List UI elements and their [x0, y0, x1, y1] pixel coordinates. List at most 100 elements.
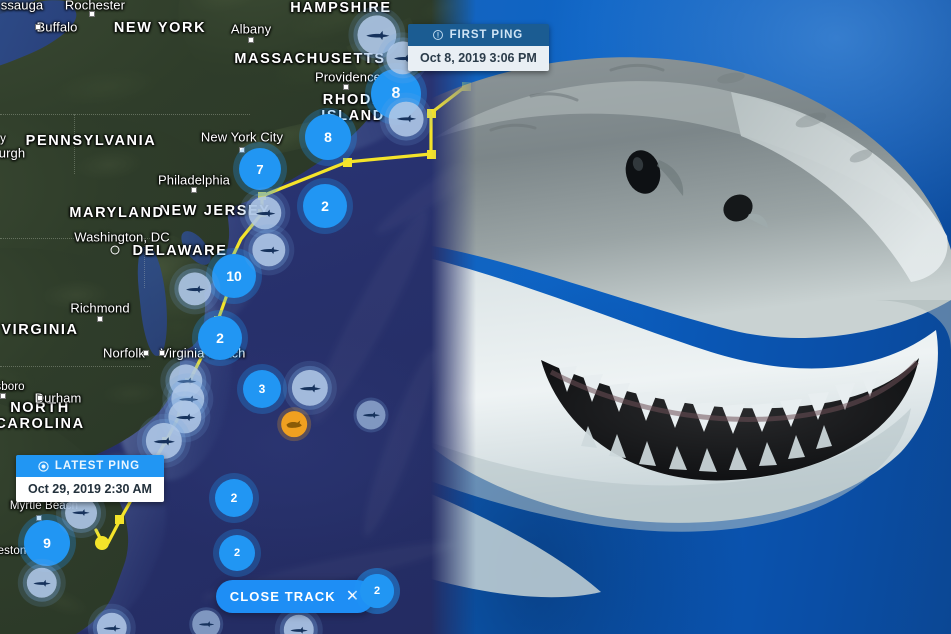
lake-erie [0, 0, 84, 85]
city-label: ssauga [0, 0, 44, 13]
shark-ping-marker[interactable] [26, 567, 58, 599]
cluster-marker[interactable]: 2 [198, 316, 242, 360]
cluster-marker[interactable]: 9 [24, 520, 70, 566]
city-label: Washington, DC [74, 229, 170, 245]
shark-photo-overlay [431, 0, 951, 634]
city-marker-dot [97, 316, 103, 322]
shark-glyph-icon [259, 246, 279, 254]
close-track-label: CLOSE TRACK [229, 589, 336, 604]
shark-ping-marker[interactable] [356, 400, 386, 430]
city-label: y [0, 133, 6, 145]
cluster-marker[interactable]: 10 [212, 254, 256, 298]
state-border [0, 114, 250, 115]
shark-ping-marker[interactable] [388, 101, 424, 137]
latest-ping-label: LATEST PING [54, 460, 140, 472]
shark-ping-marker[interactable] [145, 422, 183, 460]
city-marker-dot [110, 245, 120, 255]
city-label: New York City [200, 129, 284, 145]
latest-ping-header: LATEST PING [16, 455, 164, 477]
state-label: NEW YORK [113, 20, 207, 36]
turtle-glyph-icon [286, 420, 303, 428]
latest-ping-tooltip: LATEST PING Oct 29, 2019 2:30 AM [16, 455, 164, 502]
shark-ping-marker[interactable] [192, 610, 220, 634]
cluster-count: 3 [258, 382, 266, 396]
city-marker-dot [37, 395, 43, 401]
city-marker-dot [343, 84, 349, 90]
city-marker-dot [239, 147, 245, 153]
shark-glyph-icon [255, 209, 275, 217]
cluster-marker[interactable]: 2 [219, 535, 255, 571]
shark-ping-marker[interactable] [291, 369, 329, 407]
city-label: eston [0, 545, 27, 557]
shark-ping-marker[interactable] [283, 614, 315, 634]
state-border [0, 366, 150, 367]
shark-glyph-icon [290, 626, 308, 634]
cluster-count: 2 [233, 547, 241, 559]
shark-glyph-icon [153, 436, 175, 446]
first-ping-tooltip: FIRST PING Oct 8, 2019 3:06 PM [408, 24, 549, 71]
close-track-badge[interactable]: 2 [360, 574, 394, 608]
city-label: Albany [230, 21, 272, 37]
first-ping-date: Oct 8, 2019 3:06 PM [408, 46, 549, 71]
city-marker-dot [0, 393, 6, 399]
shark-glyph-icon [72, 509, 90, 517]
shark-glyph-icon [362, 411, 380, 419]
latest-ping-date: Oct 29, 2019 2:30 AM [16, 477, 164, 502]
shark-glyph-icon [198, 620, 214, 628]
cluster-count: 2 [216, 330, 224, 346]
state-label: DELAWARE [132, 243, 228, 259]
cluster-marker[interactable]: 2 [303, 184, 347, 228]
state-label: MASSACHUSETTS [234, 51, 386, 67]
cluster-count: 2 [230, 491, 238, 505]
city-label: Providence [314, 69, 382, 85]
cluster-count: 9 [43, 535, 51, 551]
great-white-shark-illustration [431, 57, 951, 598]
cluster-marker[interactable]: 2 [215, 479, 253, 517]
first-ping-header: FIRST PING [408, 24, 549, 46]
city-label: Rochester [64, 0, 126, 13]
shark-glyph-icon [175, 413, 195, 421]
shark-glyph-icon [365, 30, 389, 40]
city-label: Norfolk [103, 345, 145, 361]
close-track-button[interactable]: CLOSE TRACK ✕ [216, 580, 374, 613]
state-label: MARYLAND [69, 205, 165, 221]
city-label: urgh [0, 145, 26, 161]
shark-glyph-icon [299, 383, 321, 393]
turtle-marker[interactable] [281, 411, 307, 437]
shark-glyph-icon [33, 579, 51, 587]
shark-ping-marker[interactable] [248, 196, 282, 230]
cluster-count: 10 [226, 268, 242, 284]
city-marker-dot [248, 37, 254, 43]
city-marker-dot [191, 187, 197, 193]
lake-ontario [0, 0, 53, 29]
shark-ping-marker[interactable] [252, 233, 286, 267]
state-border [144, 238, 145, 288]
shark-glyph-icon [185, 285, 205, 293]
city-label: sboro [0, 381, 25, 393]
state-border [0, 238, 150, 239]
shark-glyph-icon [396, 115, 416, 123]
city-label: Richmond [70, 300, 130, 316]
cluster-count: 2 [321, 198, 329, 214]
cluster-count: 8 [391, 85, 401, 102]
cluster-marker[interactable]: 8 [305, 114, 351, 160]
city-label: Philadelphia [157, 172, 231, 188]
city-marker-dot [143, 350, 149, 356]
cluster-marker[interactable]: 7 [239, 148, 281, 190]
state-label: PENNSYLVANIA [25, 133, 157, 149]
state-label: VIRGINIA [1, 322, 79, 338]
close-x-icon: ✕ [345, 587, 361, 605]
city-marker-dot [35, 24, 41, 30]
shark-glyph-icon [103, 624, 121, 632]
cluster-count: 8 [324, 129, 332, 145]
shark-ping-marker[interactable] [178, 272, 212, 306]
cluster-marker[interactable]: 3 [243, 370, 281, 408]
first-ping-label: FIRST PING [449, 29, 524, 41]
state-label: NORTH CAROLINA [0, 400, 85, 432]
chesapeake-bay [134, 244, 172, 358]
ping-dot-icon [38, 460, 49, 472]
delaware-bay [175, 226, 217, 270]
landmass-midatlantic [0, 96, 243, 404]
shark-ping-marker[interactable] [96, 612, 128, 634]
ping-location-icon [432, 29, 444, 41]
